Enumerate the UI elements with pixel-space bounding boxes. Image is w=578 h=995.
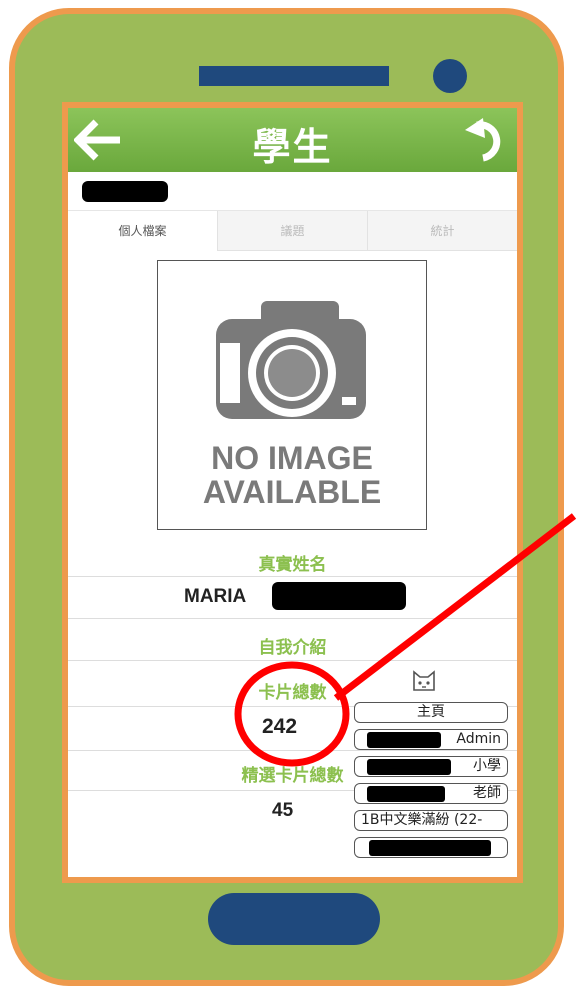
redacted-button[interactable] (354, 837, 508, 858)
profile-photo: NO IMAGE AVAILABLE (157, 260, 427, 530)
redacted-text (367, 786, 445, 802)
tab-bar: 個人檔案 議題 統計 (68, 211, 517, 251)
no-image-line1: NO IMAGE (211, 440, 373, 476)
camera-icon (216, 301, 366, 419)
cat-face-icon (413, 670, 435, 691)
tab-profile[interactable]: 個人檔案 (68, 211, 217, 251)
redacted-name (82, 181, 168, 202)
card-total-label: 卡片總數 (258, 683, 327, 703)
tab-topics[interactable]: 議題 (217, 211, 367, 251)
school-button[interactable]: 小學 (354, 756, 508, 777)
self-intro-label: 自我介紹 (258, 638, 327, 658)
no-image-line2: AVAILABLE (202, 474, 382, 510)
real-name-value: MARIA (184, 586, 247, 607)
phone-speaker (199, 66, 389, 86)
teacher-button[interactable]: 老師 (354, 783, 508, 804)
redacted-surname (272, 582, 406, 610)
home-page-button[interactable]: 主頁 (354, 702, 508, 723)
role-admin-button[interactable]: Admin (354, 729, 508, 750)
redacted-text (367, 732, 441, 748)
divider (68, 660, 517, 661)
phone-home-button[interactable] (208, 893, 380, 945)
divider (68, 750, 517, 751)
card-total-value: 242 (262, 715, 298, 738)
title-bar: 學生 (68, 108, 517, 172)
page-title: 學生 (252, 125, 333, 169)
class-button[interactable]: 1B中文樂滿紛 (22- (354, 810, 508, 831)
tab-statistics[interactable]: 統計 (367, 211, 517, 251)
refresh-button[interactable] (463, 116, 511, 164)
featured-total-value: 45 (272, 800, 294, 821)
divider (68, 618, 517, 619)
redacted-text (367, 759, 451, 775)
divider (68, 576, 517, 577)
real-name-label: 真實姓名 (258, 555, 327, 575)
app-screen: 學生 個人檔案 議題 統計 NO IMAGE AVAILABLE 真實姓名 MA… (62, 102, 523, 883)
phone-camera (433, 59, 467, 93)
refresh-icon (465, 118, 501, 162)
redacted-text (369, 840, 491, 856)
student-name-bar (68, 172, 517, 211)
